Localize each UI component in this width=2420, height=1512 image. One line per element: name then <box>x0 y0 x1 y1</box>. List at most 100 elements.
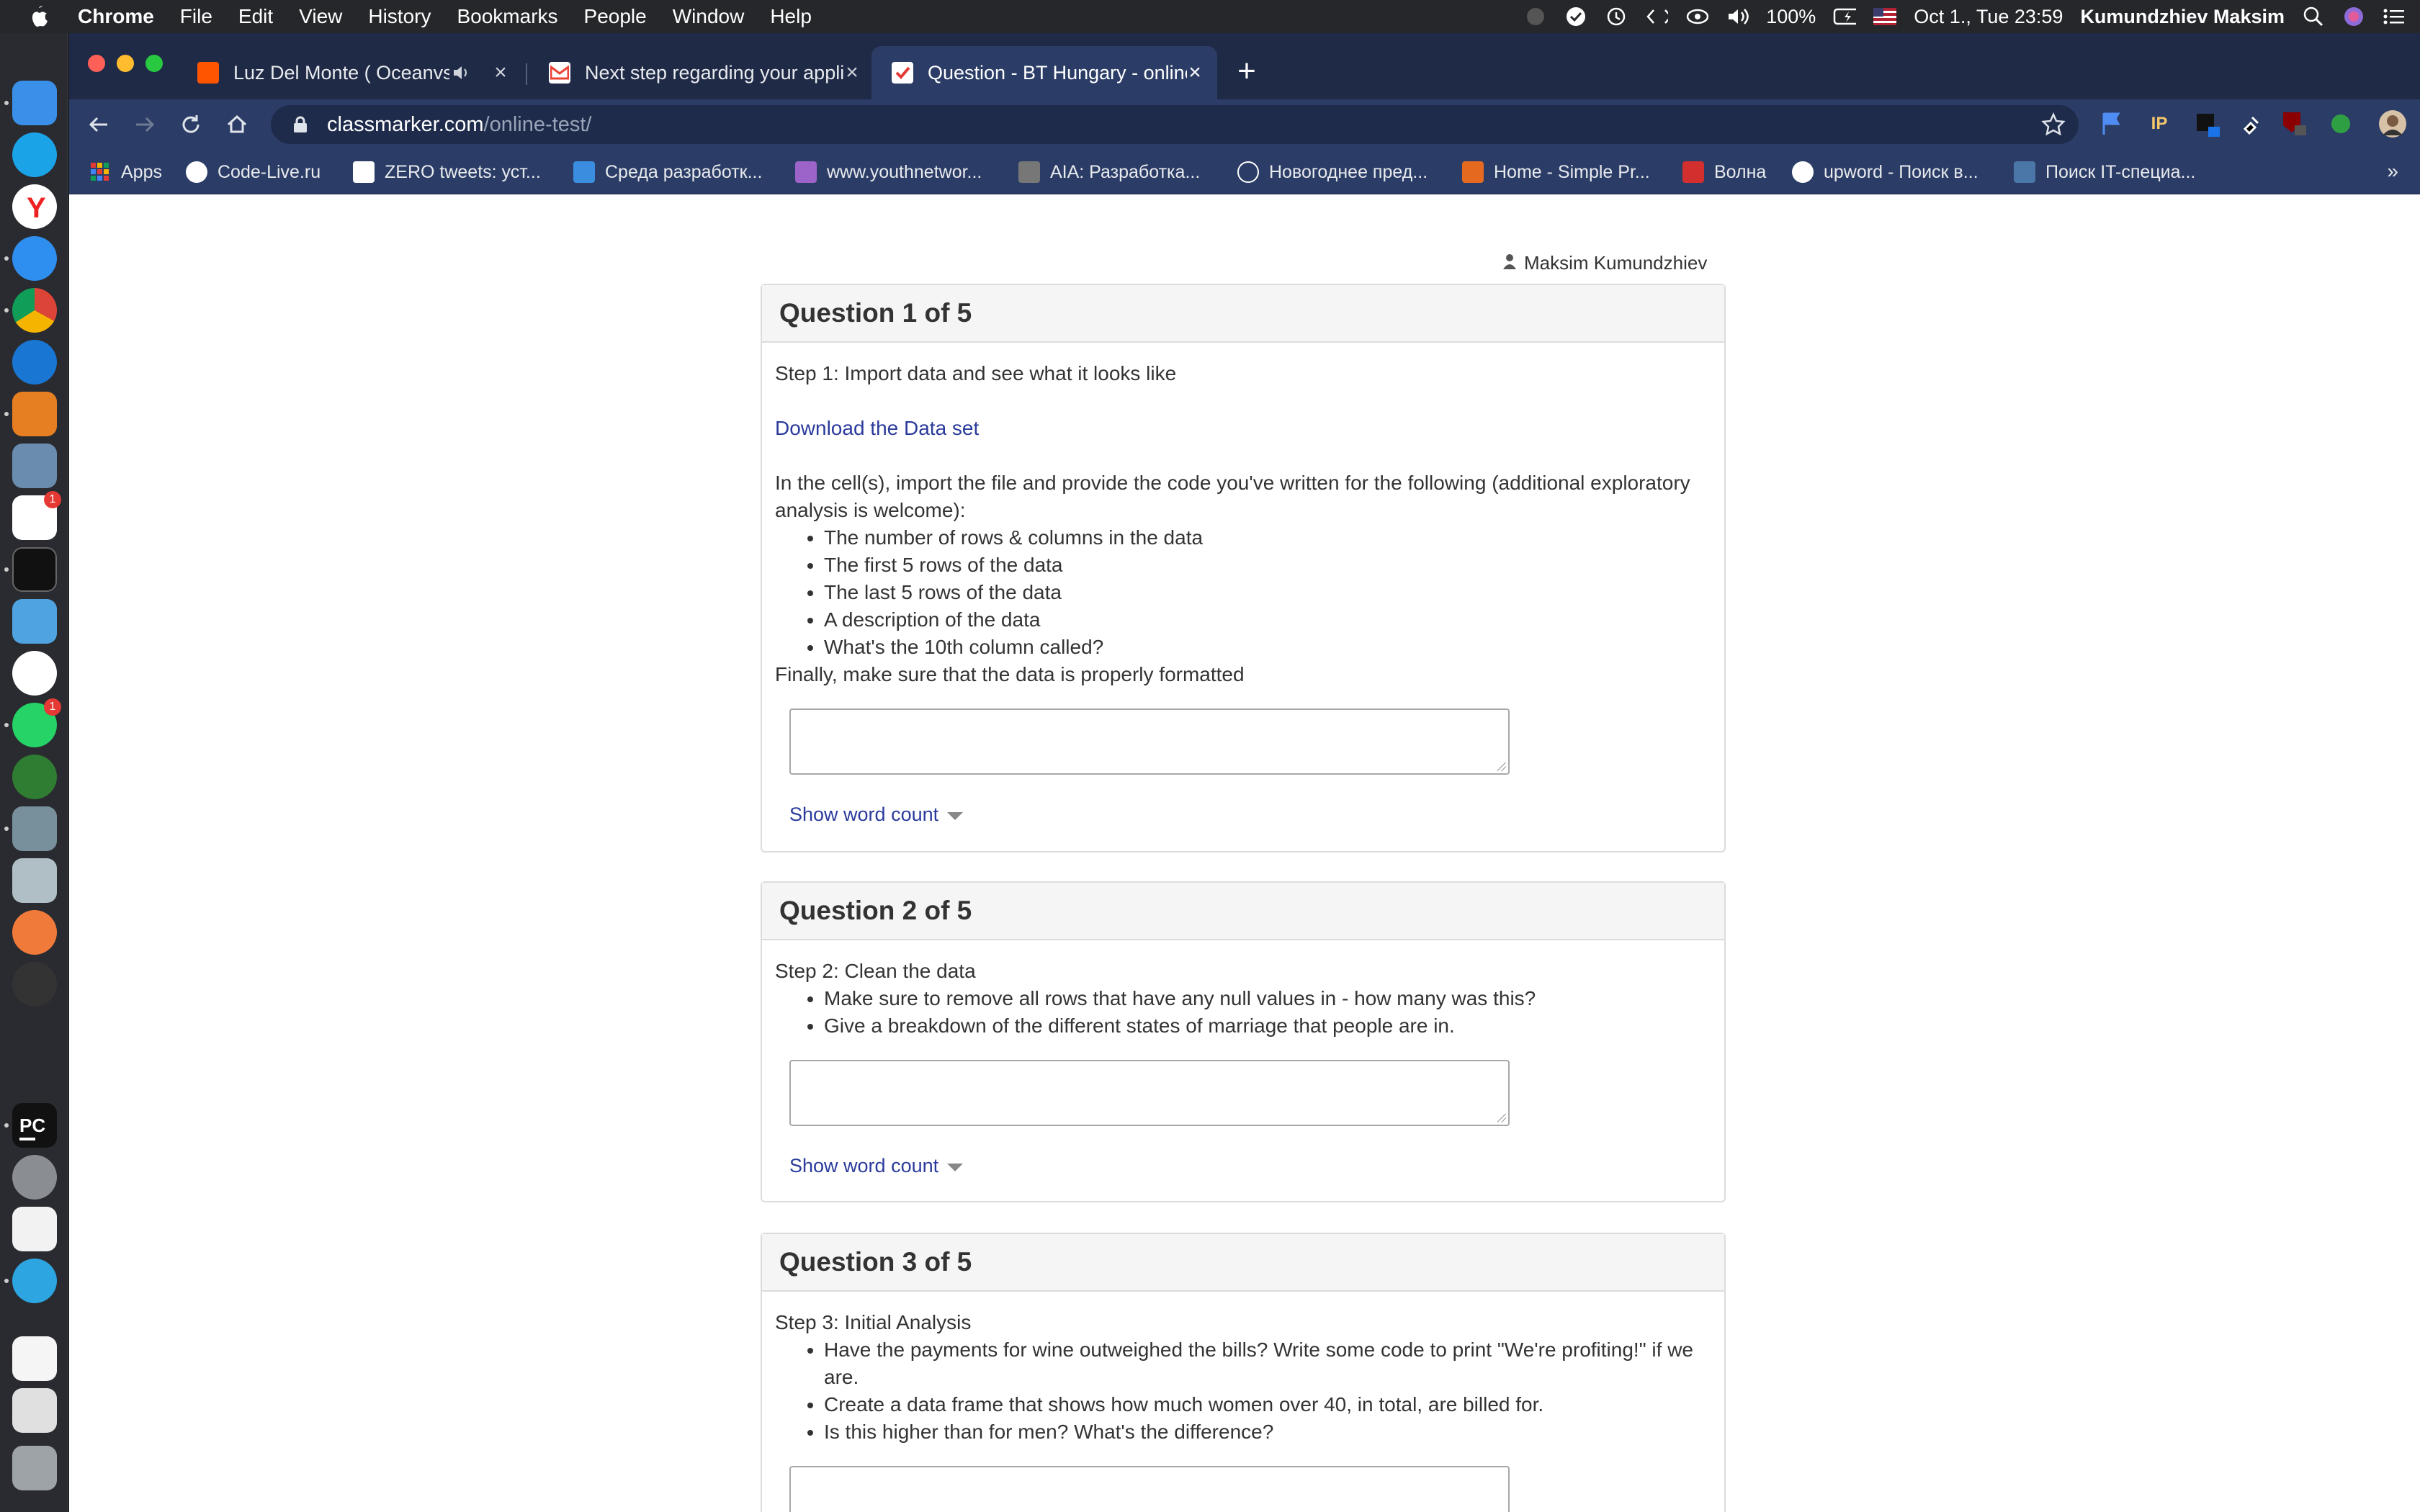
bookmark-new-year[interactable]: Новогоднее пред... <box>1237 160 1428 184</box>
preview-icon[interactable] <box>12 444 57 488</box>
menu-view[interactable]: View <box>299 5 342 28</box>
menu-file[interactable]: File <box>180 5 212 28</box>
whatsapp-icon[interactable]: 1 <box>12 698 61 747</box>
code-brackets-icon[interactable] <box>1645 5 1669 28</box>
profile-avatar[interactable] <box>2378 109 2407 138</box>
green-ring-app-icon[interactable] <box>12 755 57 799</box>
tab-classmarker[interactable]: Question - BT Hungary - online × <box>871 46 1217 99</box>
vk-icon <box>2014 161 2035 183</box>
volume-icon[interactable] <box>1726 5 1749 28</box>
bookmark-star-icon[interactable] <box>2041 112 2066 137</box>
status-circle-icon[interactable] <box>1524 5 1547 28</box>
calendar-icon[interactable]: 1 <box>12 491 61 540</box>
ip-extension-icon[interactable]: IP <box>2145 109 2174 138</box>
bookmark-dev-env[interactable]: Среда разработк... <box>573 160 762 184</box>
yandex-browser-icon[interactable]: Y <box>12 184 57 229</box>
green-dot-extension-icon[interactable] <box>2326 109 2355 138</box>
address-bar[interactable]: classmarker.com/online-test/ <box>271 105 2079 144</box>
menu-window[interactable]: Window <box>673 5 745 28</box>
question-body: Step 3: Initial Analysis Have the paymen… <box>762 1292 1724 1512</box>
reload-icon[interactable] <box>174 108 207 141</box>
bookmark-apps[interactable]: Apps <box>89 160 162 184</box>
download-dataset-link[interactable]: Download the Data set <box>775 417 979 439</box>
spotlight-search-icon[interactable] <box>2302 5 2325 28</box>
knot-app-icon[interactable] <box>12 392 57 436</box>
bookmark-code-live[interactable]: Code-Live.ru <box>186 160 321 184</box>
speaker-icon[interactable] <box>452 64 471 81</box>
bookmark-youthnetwork[interactable]: www.youthnetwor... <box>795 160 982 184</box>
safari-icon[interactable] <box>12 236 57 281</box>
menu-people[interactable]: People <box>584 5 647 28</box>
new-tab-button[interactable]: + <box>1229 53 1265 89</box>
bookmark-upword[interactable]: upword - Поиск в... <box>1792 160 1978 184</box>
user-name: Maksim Kumundzhiev <box>1524 252 1708 274</box>
apps-grid-icon <box>89 161 111 183</box>
pin-extension-icon[interactable] <box>2237 109 2266 138</box>
chrome-icon[interactable] <box>12 288 57 333</box>
time-machine-icon[interactable] <box>1605 5 1628 28</box>
gear-app-icon[interactable] <box>12 806 57 851</box>
close-tab-icon[interactable]: × <box>490 60 511 84</box>
postman-icon[interactable] <box>12 910 57 955</box>
close-tab-icon[interactable]: × <box>841 60 863 84</box>
flag-icon[interactable] <box>1873 5 1897 28</box>
menubar-datetime[interactable]: Oct 1., Tue 23:59 <box>1914 6 2063 28</box>
back-arrow-icon[interactable] <box>82 108 115 141</box>
airplay-icon[interactable] <box>1685 5 1709 28</box>
window-close-button[interactable] <box>88 55 105 72</box>
pycharm-icon[interactable]: PC <box>12 1103 57 1148</box>
skype-icon[interactable] <box>12 132 57 177</box>
ublock-extension-icon[interactable] <box>2280 109 2309 138</box>
show-word-count-toggle[interactable]: Show word count <box>789 1152 1711 1179</box>
document-icon[interactable] <box>12 1336 57 1381</box>
database-icon[interactable] <box>12 858 57 903</box>
system-preferences-icon[interactable] <box>12 1155 57 1200</box>
bookmark-zero-tweets[interactable]: ZERO tweets: уст... <box>353 160 541 184</box>
text-edit-icon[interactable] <box>12 1207 57 1251</box>
forward-arrow-icon[interactable] <box>128 108 161 141</box>
menu-bookmarks[interactable]: Bookmarks <box>457 5 557 28</box>
window-minimize-button[interactable] <box>117 55 134 72</box>
bookmark-aia[interactable]: AIA: Разработка... <box>1018 160 1200 184</box>
menu-history[interactable]: History <box>368 5 431 28</box>
menu-help[interactable]: Help <box>770 5 812 28</box>
window-zoom-button[interactable] <box>145 55 163 72</box>
battery-icon[interactable] <box>1833 5 1857 28</box>
list-item: Have the payments for wine outweighed th… <box>824 1336 1711 1391</box>
bookmarks-overflow-icon[interactable]: » <box>2387 160 2398 183</box>
close-tab-icon[interactable]: × <box>1184 60 1206 84</box>
notification-center-icon[interactable] <box>2383 5 2406 28</box>
answer-textarea[interactable] <box>789 1060 1510 1126</box>
trash-icon[interactable] <box>12 1446 57 1490</box>
menu-kebab-icon[interactable] <box>2411 109 2420 138</box>
menu-edit[interactable]: Edit <box>238 5 273 28</box>
slack-icon[interactable] <box>12 651 57 696</box>
bookmark-label: Среда разработк... <box>605 161 763 182</box>
answer-textarea[interactable] <box>789 708 1510 775</box>
bookmark-it-search[interactable]: Поиск IT-специа... <box>2014 160 2195 184</box>
bookmark-simple-pr[interactable]: Home - Simple Pr... <box>1462 160 1650 184</box>
tab-gmail[interactable]: Next step regarding your applic × <box>529 46 874 99</box>
menubar-user[interactable]: Kumundzhiev Maksim <box>2080 6 2285 28</box>
apple-icon[interactable] <box>26 4 52 30</box>
keynote-icon[interactable] <box>12 599 57 644</box>
terminal-icon[interactable] <box>12 547 57 592</box>
compass-app-icon[interactable] <box>12 962 57 1007</box>
flag-extension-icon[interactable] <box>2097 109 2126 138</box>
telegram-icon[interactable] <box>12 1259 57 1303</box>
page-content: Maksim Kumundzhiev Question 1 of 5 Step … <box>69 194 2420 1512</box>
menu-app-name[interactable]: Chrome <box>78 5 154 28</box>
url-text[interactable]: classmarker.com/online-test/ <box>327 113 591 137</box>
maps-pin-icon[interactable] <box>12 340 57 384</box>
siri-icon[interactable] <box>2342 5 2365 28</box>
lock-icon[interactable] <box>291 115 310 134</box>
answer-textarea[interactable] <box>789 1466 1510 1512</box>
chrome-window-thumbnail-icon[interactable] <box>12 1388 57 1433</box>
cube-extension-icon[interactable] <box>2192 109 2221 138</box>
tab-soundcloud[interactable]: Luz Del Monte ( Oceanvs O × <box>177 46 523 99</box>
show-word-count-toggle[interactable]: Show word count <box>789 801 1711 828</box>
finder-icon[interactable] <box>12 81 57 125</box>
checkmark-icon[interactable] <box>1564 5 1587 28</box>
bookmark-volna[interactable]: Волна <box>1682 160 1766 184</box>
home-icon[interactable] <box>220 108 254 141</box>
